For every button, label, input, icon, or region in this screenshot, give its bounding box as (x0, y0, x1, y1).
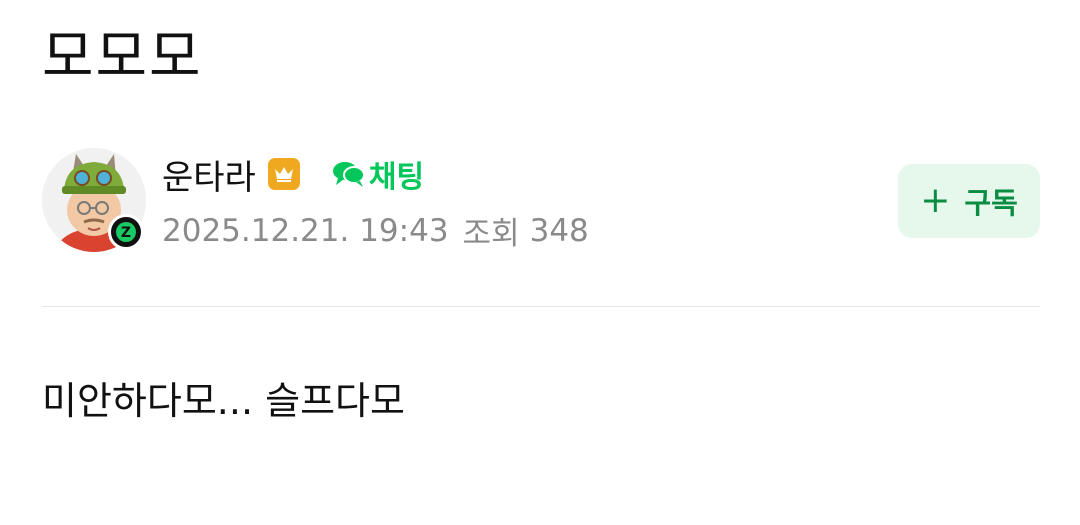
crown-icon (267, 158, 300, 190)
views-count: 348 (529, 212, 589, 249)
subscribe-label: 구독 (964, 186, 1018, 220)
subscribe-button[interactable]: + 구독 (898, 164, 1040, 238)
chat-bubbles-icon (332, 162, 365, 187)
post-date: 2025.12.21. 19:43 (162, 212, 449, 249)
level-badge-icon: Z (108, 214, 144, 250)
divider (42, 306, 1040, 307)
post-meta: 2025.12.21. 19:43 조회 348 (162, 208, 589, 253)
plus-icon: + (920, 180, 951, 221)
author-avatar[interactable]: Z (42, 148, 150, 256)
post-title: 모모모 (42, 25, 203, 90)
post-body: 미안하다모... 슬프다모 (42, 379, 405, 423)
level-badge-letter: Z (121, 225, 131, 241)
author-row: 운타라 채팅 (162, 150, 424, 198)
chat-link[interactable]: 채팅 (332, 152, 424, 196)
chat-label: 채팅 (368, 160, 425, 195)
views-label: 조회 (462, 216, 520, 252)
author-name[interactable]: 운타라 (162, 150, 256, 199)
